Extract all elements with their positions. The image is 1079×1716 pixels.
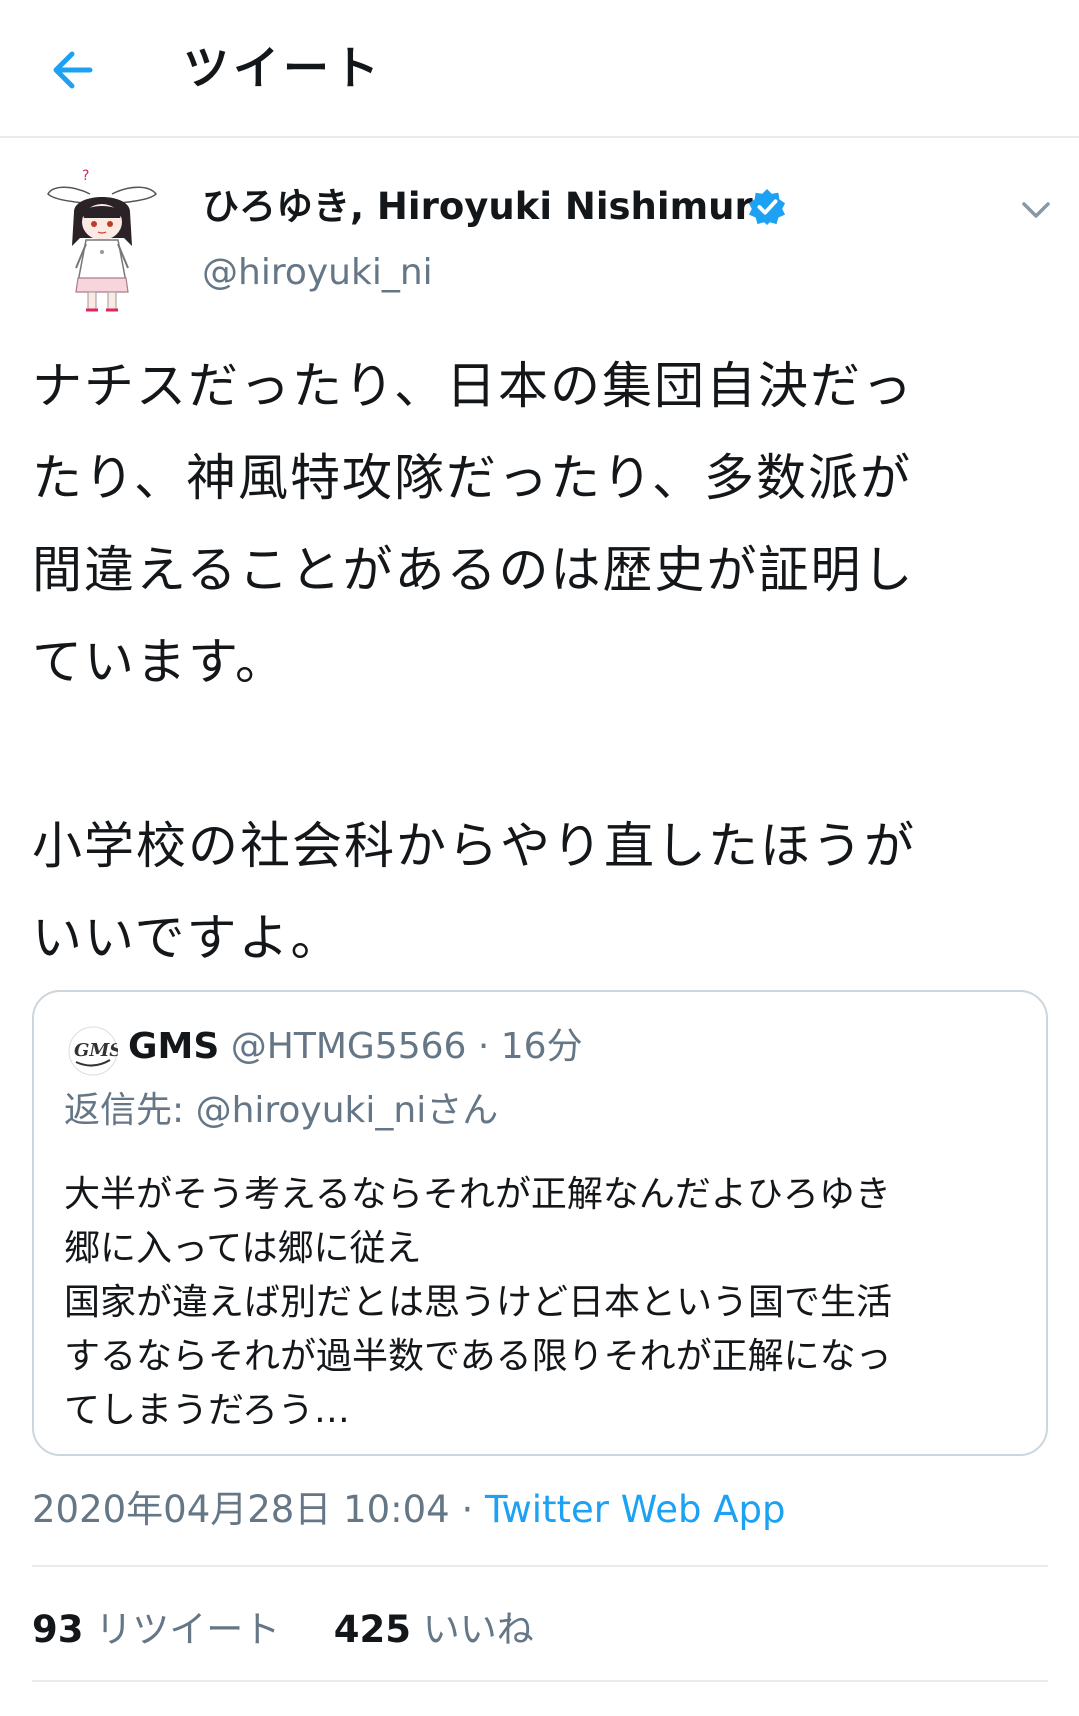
- tweet-meta: 2020年04月28日 10:04 · Twitter Web App: [32, 1485, 786, 1535]
- quote-time: 16分: [500, 1026, 583, 1067]
- quoted-tweet-card[interactable]: GMS GMS @HTMG5566 · 16分 返信先: @hiroyuki_n…: [32, 990, 1048, 1456]
- chevron-down-icon[interactable]: [1018, 192, 1054, 228]
- retweets-count: 93: [32, 1608, 84, 1651]
- page-title: ツイート: [183, 41, 383, 95]
- svg-text:?: ?: [82, 168, 89, 184]
- quote-author-name: GMS: [128, 1026, 220, 1067]
- arrow-left-icon: [53, 51, 93, 89]
- likes-stat[interactable]: 425 いいね: [334, 1608, 534, 1651]
- quote-text: 大半がそう考えるならそれが正解なんだよひろゆき 郷に入っては郷に従え 国家が違え…: [64, 1174, 893, 1431]
- svg-text:GMS: GMS: [74, 1040, 118, 1061]
- tweet-source-link[interactable]: Twitter Web App: [485, 1488, 785, 1531]
- quote-avatar: GMS: [68, 1026, 118, 1076]
- avatar[interactable]: ?: [40, 168, 170, 318]
- quote-header: GMS @HTMG5566 · 16分: [128, 1022, 583, 1072]
- divider: [32, 1680, 1048, 1682]
- meta-separator: ·: [461, 1488, 474, 1531]
- retweets-label: リツイート: [95, 1608, 281, 1651]
- quote-separator: ·: [477, 1026, 490, 1067]
- tweet-stats: 93 リツイート 425 いいね: [32, 1605, 534, 1655]
- divider: [32, 1565, 1048, 1567]
- likes-count: 425: [333, 1608, 412, 1651]
- tweet-timestamp[interactable]: 2020年04月28日 10:04: [32, 1488, 450, 1531]
- verified-badge-icon: [748, 188, 786, 226]
- tweet-text: ナチスだったり、日本の集団自決だっ たり、神風特攻隊だったり、多数派が 間違える…: [32, 357, 916, 967]
- author-display-name[interactable]: ひろゆき, Hiroyuki Nishimura: [202, 182, 778, 232]
- retweets-stat[interactable]: 93 リツイート: [32, 1608, 292, 1651]
- top-bar: ツイート: [0, 0, 1079, 138]
- quote-author-handle: @HTMG5566: [230, 1026, 467, 1067]
- quote-reply-to: 返信先: @hiroyuki_niさん: [64, 1090, 499, 1131]
- back-button[interactable]: [44, 42, 100, 98]
- likes-label: いいね: [422, 1608, 534, 1651]
- author-handle[interactable]: @hiroyuki_ni: [202, 248, 433, 298]
